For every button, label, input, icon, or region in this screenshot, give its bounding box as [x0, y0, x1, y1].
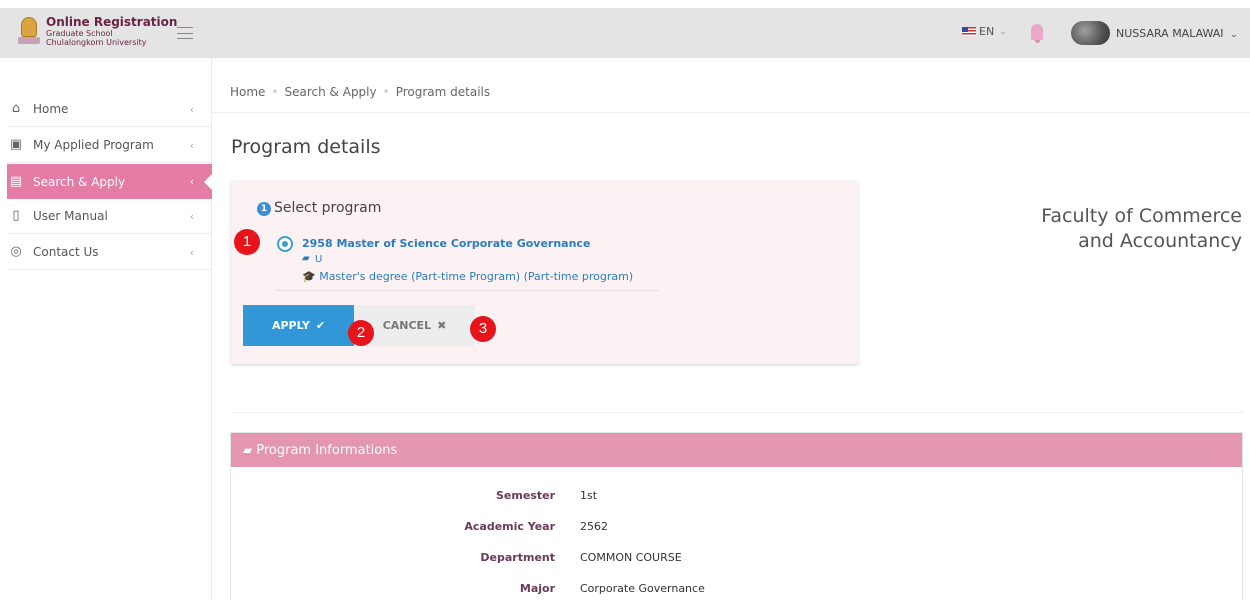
menu-toggle-icon[interactable] — [177, 27, 193, 39]
annotation-marker-1: 1 — [234, 229, 260, 255]
apply-button-label: APPLY — [271, 319, 310, 332]
info-row-semester: Semester 1st — [231, 489, 1244, 509]
sidebar-item-search-apply[interactable]: ▤ Search & Apply ‹ — [7, 164, 213, 199]
graduation-cap-icon: 🎓 — [302, 270, 316, 283]
sidebar-item-my-applied-program[interactable]: ▣ My Applied Program ‹ — [7, 128, 212, 163]
sidebar-item-home[interactable]: ⌂ Home ‹ — [7, 92, 212, 127]
program-degree: 🎓 Master's degree (Part-time Program) (P… — [302, 270, 633, 283]
brand-logo[interactable]: Online Registration Graduate School Chul… — [18, 16, 177, 47]
sidebar-item-label: Home — [33, 102, 69, 116]
us-flag-icon — [962, 27, 976, 36]
chevron-left-icon: ‹ — [189, 175, 194, 188]
info-row-major: Major Corporate Governance — [231, 582, 1244, 600]
info-value: COMMON COURSE — [580, 551, 682, 564]
breadcrumb: Home • Search & Apply • Program details — [230, 85, 491, 99]
divider — [275, 290, 659, 291]
sidebar-item-contact-us[interactable]: ◎ Contact Us ‹ — [7, 235, 212, 270]
sidebar-item-label: User Manual — [33, 209, 108, 223]
breadcrumb-home[interactable]: Home — [230, 85, 265, 99]
program-info-header: ▰ Program Informations — [231, 433, 1242, 467]
page-title: Program details — [231, 136, 381, 158]
select-program-title: Select program — [274, 200, 382, 216]
sidebar-item-label: My Applied Program — [33, 138, 154, 152]
info-label: Semester — [496, 489, 555, 502]
username-label: NUSSARA MALAWAI — [1116, 27, 1224, 40]
info-value: 2562 — [580, 520, 608, 533]
cancel-button-label: CANCEL — [382, 319, 432, 332]
sidebar: ⌂ Home ‹ ▣ My Applied Program ‹ ▤ Search… — [0, 58, 213, 600]
brand-subtitle-school: Graduate School — [46, 29, 113, 38]
info-label: Department — [480, 551, 555, 564]
program-code: U — [315, 254, 323, 265]
apply-button[interactable]: APPLY ✔ — [243, 305, 354, 346]
program-radio[interactable] — [277, 236, 293, 252]
select-program-card: 1 Select program 2958 Master of Science … — [231, 181, 858, 364]
info-label: Academic Year — [464, 520, 555, 533]
university-seal-icon — [18, 16, 40, 47]
breadcrumb-search-apply[interactable]: Search & Apply — [285, 85, 377, 99]
language-label: EN — [979, 25, 995, 38]
sidebar-item-user-manual[interactable]: ▯ User Manual ‹ — [7, 199, 212, 234]
sidebar-item-label: Search & Apply — [33, 174, 126, 189]
annotation-marker-2: 2 — [348, 320, 374, 346]
chevron-left-icon: ‹ — [189, 209, 194, 223]
program-info-panel: ▰ Program Informations Semester 1st Acad… — [230, 432, 1243, 600]
brand-subtitle-university: Chulalongkorn University — [46, 38, 147, 47]
location-icon: ◎ — [10, 244, 22, 259]
chevron-left-icon: ‹ — [189, 102, 194, 116]
faculty-name: Faculty of Commerce and Accountancy — [1000, 204, 1242, 254]
manual-icon: ▯ — [12, 208, 20, 223]
chevron-down-icon: ⌄ — [1230, 30, 1238, 40]
program-info-title: Program Informations — [256, 442, 398, 458]
home-icon: ⌂ — [11, 101, 21, 116]
info-row-academic-year: Academic Year 2562 — [231, 520, 1244, 540]
program-degree-label: Master's degree (Part-time Program) (Par… — [319, 270, 634, 283]
section-divider — [231, 412, 1243, 413]
top-header: Online Registration Graduate School Chul… — [0, 8, 1250, 58]
info-row-department: Department COMMON COURSE — [231, 551, 1244, 571]
check-icon: ✔ — [315, 319, 326, 332]
chevron-left-icon: ‹ — [189, 138, 194, 152]
notification-bell-icon[interactable] — [1031, 24, 1043, 43]
info-value: Corporate Governance — [580, 582, 705, 595]
info-label: Major — [519, 582, 555, 595]
book-icon: ▤ — [9, 173, 23, 189]
info-value: 1st — [580, 489, 598, 502]
faculty-name-line2: and Accountancy — [1078, 230, 1242, 252]
briefcase-icon: ▣ — [9, 137, 23, 152]
sidebar-item-label: Contact Us — [33, 245, 99, 259]
faculty-name-line1: Faculty of Commerce — [1041, 205, 1242, 227]
language-selector[interactable]: EN ⌄ — [962, 25, 1007, 38]
brand-title: Online Registration — [46, 15, 178, 29]
book-icon: ▰ — [243, 443, 253, 457]
step-badge: 1 — [257, 202, 271, 216]
breadcrumb-current: Program details — [395, 85, 491, 99]
user-menu[interactable]: NUSSARA MALAWAI ⌄ — [1116, 27, 1238, 40]
book-icon: ▰ — [302, 253, 310, 264]
close-icon: ✖ — [437, 319, 447, 332]
chevron-left-icon: ‹ — [189, 245, 194, 259]
chevron-down-icon: ⌄ — [999, 26, 1007, 37]
breadcrumb-divider — [212, 112, 1250, 113]
avatar[interactable] — [1071, 21, 1110, 45]
brand-text: Online Registration Graduate School Chul… — [46, 15, 178, 48]
annotation-marker-3: 3 — [470, 316, 496, 342]
program-name-link[interactable]: 2958 Master of Science Corporate Governa… — [302, 237, 590, 250]
